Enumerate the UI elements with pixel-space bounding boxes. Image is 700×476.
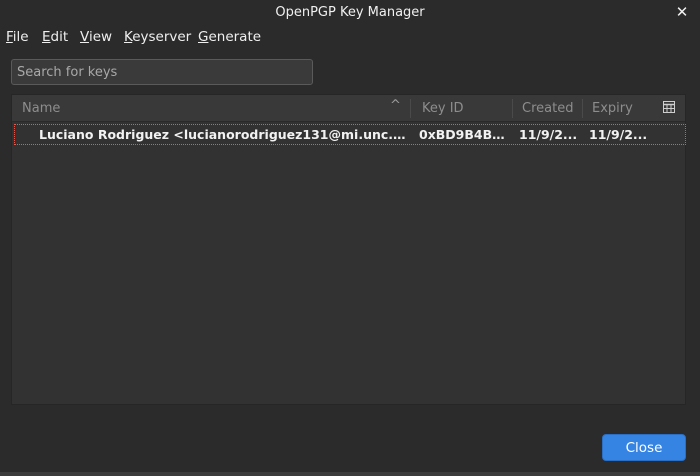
key-created: 11/9/2... — [519, 127, 578, 142]
menu-file[interactable]: File — [6, 29, 29, 45]
key-expiry: 11/9/2... — [589, 127, 648, 142]
menu-keyserver[interactable]: Keyserver — [124, 29, 191, 45]
sort-ascending-icon: ^ — [390, 98, 401, 113]
menu-bar: File Edit View Keyserver Generate — [0, 27, 700, 49]
column-picker-icon[interactable] — [663, 101, 675, 113]
key-list[interactable]: Name ^ Key ID Created Expiry Luciano Rod… — [11, 94, 686, 405]
title-bar: OpenPGP Key Manager ✕ — [0, 0, 700, 26]
menu-edit[interactable]: Edit — [42, 29, 68, 45]
column-header-key-id[interactable]: Key ID — [422, 101, 464, 116]
key-list-header: Name ^ Key ID Created Expiry — [12, 95, 685, 122]
column-separator[interactable] — [582, 99, 583, 118]
window-close-icon[interactable]: ✕ — [674, 3, 690, 21]
column-separator[interactable] — [410, 99, 411, 118]
column-header-name[interactable]: Name — [22, 101, 60, 116]
key-row[interactable]: Luciano Rodriguez <lucianorodriguez131@m… — [14, 124, 686, 145]
close-button[interactable]: Close — [602, 434, 686, 461]
menu-generate[interactable]: Generate — [198, 29, 261, 45]
key-id: 0xBD9B4B0... — [419, 127, 511, 142]
key-name: Luciano Rodriguez <lucianorodriguez131@m… — [39, 127, 411, 142]
menu-view[interactable]: View — [80, 29, 112, 45]
window-title: OpenPGP Key Manager — [275, 5, 425, 20]
column-header-created[interactable]: Created — [522, 101, 573, 116]
window-bottom-edge — [0, 472, 700, 476]
column-separator[interactable] — [512, 99, 513, 118]
column-header-expiry[interactable]: Expiry — [592, 101, 633, 116]
search-keys-input[interactable] — [11, 59, 313, 85]
